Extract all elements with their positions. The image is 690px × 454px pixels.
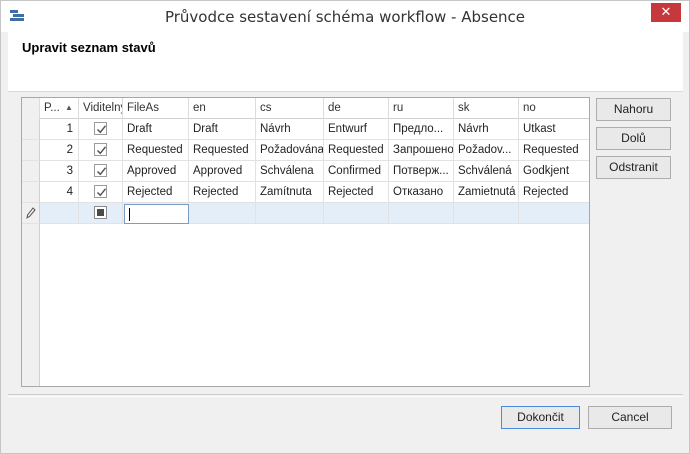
- visible-cell[interactable]: [79, 161, 123, 182]
- cs-cell[interactable]: Návrh: [256, 119, 324, 140]
- new-row[interactable]: [22, 203, 589, 224]
- table-row[interactable]: 2 Requested Requested Požadována Request…: [22, 140, 589, 161]
- move-down-button[interactable]: Dolů: [596, 127, 671, 150]
- cs-cell[interactable]: [256, 203, 324, 224]
- sk-cell[interactable]: Návrh: [454, 119, 519, 140]
- visible-checkbox[interactable]: [94, 143, 107, 156]
- ru-cell[interactable]: Предлo...: [389, 119, 454, 140]
- column-header-no[interactable]: no: [519, 98, 589, 119]
- visible-checkbox[interactable]: [94, 122, 107, 135]
- en-cell[interactable]: Draft: [189, 119, 256, 140]
- visible-cell[interactable]: [79, 182, 123, 203]
- sort-ascending-icon: ▲: [64, 103, 73, 112]
- title-bar[interactable]: Průvodce sestavení schéma workflow - Abs…: [1, 1, 689, 32]
- cs-cell[interactable]: Zamítnuta: [256, 182, 324, 203]
- sk-cell[interactable]: [454, 203, 519, 224]
- order-cell[interactable]: [40, 203, 79, 224]
- wizard-window: Průvodce sestavení schéma workflow - Abs…: [0, 0, 690, 454]
- text-caret: [129, 208, 130, 221]
- en-cell[interactable]: [189, 203, 256, 224]
- ru-cell[interactable]: [389, 203, 454, 224]
- column-header-visible[interactable]: Viditelný: [79, 98, 123, 119]
- de-cell[interactable]: Entwurf: [324, 119, 389, 140]
- visible-cell[interactable]: [79, 203, 123, 224]
- page-title: Upravit seznam stavů: [22, 40, 156, 55]
- new-row-indicator[interactable]: [22, 203, 40, 224]
- column-header-de[interactable]: de: [324, 98, 389, 119]
- remove-button[interactable]: Odstranit: [596, 156, 671, 179]
- cs-cell[interactable]: Schválena: [256, 161, 324, 182]
- grid-header: P... ▲ Viditelný FileAs en cs de ru sk n…: [22, 98, 589, 119]
- visible-checkbox[interactable]: [94, 185, 107, 198]
- en-cell[interactable]: Requested: [189, 140, 256, 161]
- sk-cell[interactable]: Schválená: [454, 161, 519, 182]
- visible-checkbox[interactable]: [94, 164, 107, 177]
- window-title: Průvodce sestavení schéma workflow - Abs…: [164, 8, 526, 26]
- row-indicator[interactable]: [22, 140, 40, 161]
- order-cell[interactable]: 1: [40, 119, 79, 140]
- order-cell[interactable]: 2: [40, 140, 79, 161]
- row-indicator[interactable]: [22, 161, 40, 182]
- no-cell[interactable]: Godkjent: [519, 161, 589, 182]
- ru-cell[interactable]: Отказано: [389, 182, 454, 203]
- en-cell[interactable]: Rejected: [189, 182, 256, 203]
- states-grid[interactable]: P... ▲ Viditelný FileAs en cs de ru sk n…: [21, 97, 590, 387]
- de-cell[interactable]: Requested: [324, 140, 389, 161]
- no-cell[interactable]: Rejected: [519, 182, 589, 203]
- close-button[interactable]: ✕: [651, 3, 681, 22]
- row-indicator[interactable]: [22, 119, 40, 140]
- column-header-sk[interactable]: sk: [454, 98, 519, 119]
- row-indicator[interactable]: [22, 182, 40, 203]
- de-cell[interactable]: Rejected: [324, 182, 389, 203]
- checkmark-icon: [96, 146, 107, 155]
- fileas-cell[interactable]: Draft: [123, 119, 189, 140]
- sk-cell[interactable]: Zamietnutá: [454, 182, 519, 203]
- fileas-editor[interactable]: [124, 204, 189, 224]
- ru-cell[interactable]: Запрошено: [389, 140, 454, 161]
- de-cell[interactable]: [324, 203, 389, 224]
- checkmark-icon: [96, 188, 107, 197]
- move-up-button[interactable]: Nahoru: [596, 98, 671, 121]
- cs-cell[interactable]: Požadována: [256, 140, 324, 161]
- de-cell[interactable]: Confirmed: [324, 161, 389, 182]
- no-cell[interactable]: Requested: [519, 140, 589, 161]
- column-header-en[interactable]: en: [189, 98, 256, 119]
- checkmark-icon: [96, 167, 107, 176]
- visible-checkbox-indeterminate[interactable]: [94, 206, 107, 219]
- fileas-cell[interactable]: Requested: [123, 140, 189, 161]
- column-header-order[interactable]: P... ▲: [40, 98, 79, 119]
- cancel-button[interactable]: Cancel: [588, 406, 672, 429]
- visible-cell[interactable]: [79, 119, 123, 140]
- no-cell[interactable]: [519, 203, 589, 224]
- column-header-ru[interactable]: ru: [389, 98, 454, 119]
- row-indicator-header: [22, 98, 40, 119]
- fileas-cell[interactable]: Approved: [123, 161, 189, 182]
- sk-cell[interactable]: Požadov...: [454, 140, 519, 161]
- close-icon: ✕: [660, 5, 672, 20]
- checkmark-icon: [96, 125, 107, 134]
- visible-cell[interactable]: [79, 140, 123, 161]
- pencil-icon: [26, 207, 36, 219]
- column-header-fileas[interactable]: FileAs: [123, 98, 189, 119]
- content-area: P... ▲ Viditelný FileAs en cs de ru sk n…: [8, 92, 683, 395]
- table-row[interactable]: 3 Approved Approved Schválena Confirmed …: [22, 161, 589, 182]
- table-row[interactable]: 4 Rejected Rejected Zamítnuta Rejected О…: [22, 182, 589, 203]
- column-header-cs[interactable]: cs: [256, 98, 324, 119]
- order-cell[interactable]: 3: [40, 161, 79, 182]
- wizard-footer: Dokončit Cancel: [8, 396, 683, 447]
- en-cell[interactable]: Approved: [189, 161, 256, 182]
- finish-button[interactable]: Dokončit: [501, 406, 580, 429]
- ru-cell[interactable]: Потверж...: [389, 161, 454, 182]
- no-cell[interactable]: Utkast: [519, 119, 589, 140]
- wizard-header: Upravit seznam stavů: [8, 32, 683, 92]
- fileas-cell[interactable]: Rejected: [123, 182, 189, 203]
- table-row[interactable]: 1 Draft Draft Návrh Entwurf Предлo... Ná…: [22, 119, 589, 140]
- order-cell[interactable]: 4: [40, 182, 79, 203]
